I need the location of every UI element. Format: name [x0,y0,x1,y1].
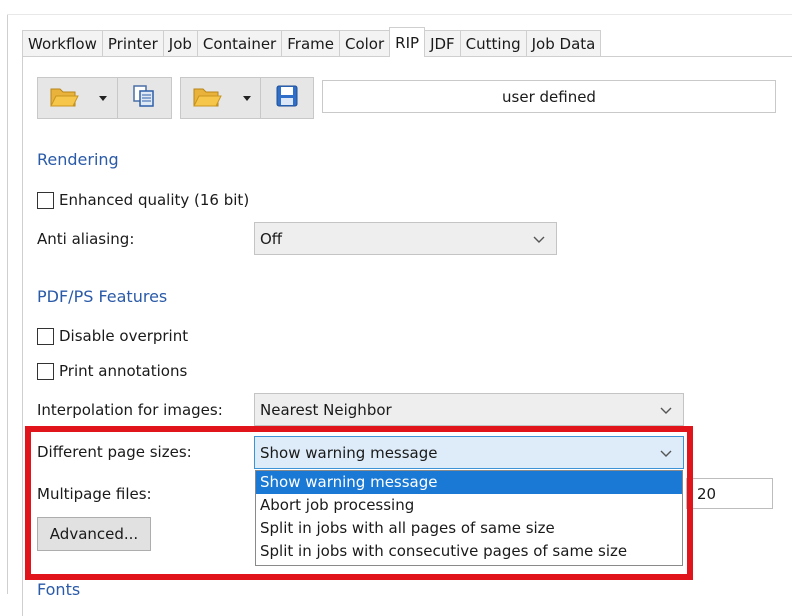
print-annotations-label: Print annotations [59,362,188,380]
tab-job-data[interactable]: Job Data [525,30,602,57]
tab-printer[interactable]: Printer [101,30,164,57]
interpolation-select[interactable]: Nearest Neighbor [254,393,684,426]
tab-rip[interactable]: RIP [389,27,426,57]
multipage-files-label: Multipage files: [37,485,152,503]
tab-frame[interactable]: Frame [281,30,340,57]
anti-aliasing-value: Off [260,229,283,248]
tab-jdf[interactable]: JDF [424,30,461,57]
print-annotations-checkbox[interactable] [37,362,54,380]
anti-aliasing-label: Anti aliasing: [37,230,135,248]
anti-aliasing-select[interactable]: Off [254,222,557,255]
open-profile-button[interactable] [38,78,89,118]
multipage-files-input[interactable]: 20 [686,478,773,509]
page-sizes-select[interactable]: Show warning message [254,436,684,469]
window-left-edge [7,14,8,594]
chevron-down-icon [660,407,672,414]
tab-color[interactable]: Color [338,30,391,57]
pdf-ps-features-heading: PDF/PS Features [37,287,168,306]
advanced-button[interactable]: Advanced... [37,517,151,551]
tab-workflow[interactable]: Workflow [22,30,103,57]
page-sizes-value: Show warning message [260,443,438,462]
disable-overprint-checkbox-row[interactable]: Disable overprint [37,327,188,345]
tab-bar: Workflow Printer Job Container Frame Col… [22,27,602,57]
copy-icon [131,83,157,113]
interpolation-value: Nearest Neighbor [260,400,392,419]
page-sizes-option-abort[interactable]: Abort job processing [256,494,682,517]
chevron-down-icon [533,236,545,243]
chevron-down-icon [660,450,672,457]
profile-toolbar-group-2 [180,77,314,119]
load-profile-button[interactable] [181,78,233,118]
profile-name-field[interactable]: user defined [322,80,776,113]
profile-toolbar-group-1 [37,77,172,119]
tab-cutting[interactable]: Cutting [459,30,527,57]
page-sizes-dropdown-list: Show warning message Abort job processin… [255,470,683,566]
enhanced-quality-label: Enhanced quality (16 bit) [59,191,250,209]
page-sizes-option-split-same-size[interactable]: Split in jobs with all pages of same siz… [256,517,682,540]
print-annotations-checkbox-row[interactable]: Print annotations [37,362,187,380]
enhanced-quality-checkbox[interactable] [37,191,54,209]
page-sizes-option-split-consecutive[interactable]: Split in jobs with consecutive pages of … [256,540,682,563]
open-profile-menu-button[interactable] [89,78,117,118]
fonts-heading: Fonts [37,580,81,599]
save-profile-button[interactable] [261,78,313,118]
window-top-edge [7,14,792,15]
dropdown-arrow-icon [99,95,108,101]
folder-open-icon [49,83,79,113]
copy-profile-button[interactable] [118,78,171,118]
disable-overprint-label: Disable overprint [59,327,189,345]
page-sizes-option-show-warning[interactable]: Show warning message [256,471,682,494]
folder-open-icon [192,83,222,113]
save-icon [274,83,300,113]
load-profile-menu-button[interactable] [233,78,261,118]
disable-overprint-checkbox[interactable] [37,327,54,345]
tab-job[interactable]: Job [162,30,198,57]
enhanced-quality-checkbox-row[interactable]: Enhanced quality (16 bit) [37,191,249,209]
tab-container[interactable]: Container [196,30,283,57]
interpolation-label: Interpolation for images: [37,401,223,419]
rendering-heading: Rendering [37,150,119,169]
dropdown-arrow-icon [242,95,251,101]
page-sizes-label: Different page sizes: [37,443,192,461]
